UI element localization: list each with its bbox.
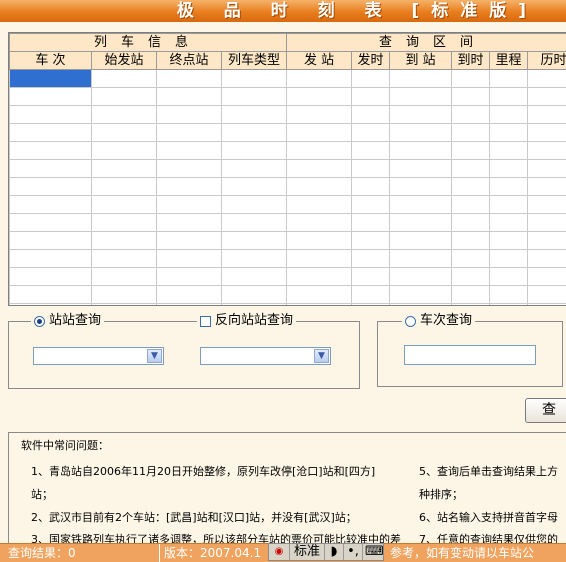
train-number-input[interactable] [404, 345, 536, 365]
table-row[interactable] [10, 124, 566, 142]
checkbox-reverse-query[interactable] [200, 316, 211, 327]
chevron-down-icon[interactable]: ▼ [147, 349, 162, 363]
timetable-table: 列车信息 查询区间 车 次始发站终点站列车类型发 站发时到 站到时里程历时 [9, 33, 566, 306]
ime-mode-label[interactable]: 标准 [290, 544, 325, 560]
query-result-count: 查询结果：0 [8, 544, 76, 562]
punctuation-icon[interactable]: •, [344, 544, 363, 560]
ime-toolbar[interactable]: ◉ 标准 ◗ •, ⌨ [268, 543, 384, 561]
table-row[interactable] [10, 196, 566, 214]
column-header[interactable]: 到时 [452, 52, 490, 70]
faq-item: 7、任意的查询结果仅供您的 [419, 527, 558, 544]
title-bar: 极 品 时 刻 表 [标准版] [0, 0, 566, 22]
table-row[interactable] [10, 268, 566, 286]
column-header[interactable]: 发 站 [287, 52, 352, 70]
timetable-grid[interactable]: 列车信息 查询区间 车 次始发站终点站列车类型发 站发时到 站到时里程历时 [8, 32, 566, 306]
chevron-down-icon[interactable]: ▼ [314, 349, 329, 363]
table-row[interactable] [10, 160, 566, 178]
column-header[interactable]: 列车类型 [222, 52, 287, 70]
faq-title: 软件中常问问题： [21, 433, 109, 459]
train-query-panel: 车次查询 [377, 321, 563, 387]
half-width-icon[interactable]: ◗ [325, 544, 344, 560]
reverse-query-option[interactable]: 反向站站查询 [197, 312, 296, 330]
train-query-label: 车次查询 [420, 312, 472, 330]
station-query-label: 站站查询 [49, 312, 101, 330]
table-row[interactable] [10, 70, 566, 88]
keyboard-icon[interactable]: ⌨ [363, 544, 383, 560]
radio-station-query[interactable] [34, 316, 45, 327]
table-row[interactable] [10, 178, 566, 196]
faq-item: 3、国家铁路列车执行了诸多调整，所以该部分车站的票价可能比较准中的差 [31, 527, 411, 544]
column-header[interactable]: 里程 [490, 52, 528, 70]
station-query-panel: 站站查询 反向站站查询 ▼ ▼ [8, 321, 360, 389]
table-row[interactable] [10, 214, 566, 232]
window-title: 极 品 时 刻 表 [标准版] [177, 0, 538, 22]
to-station-combobox[interactable]: ▼ [200, 347, 331, 365]
grid-group-header: 列车信息 查询区间 [10, 34, 566, 52]
table-row[interactable] [10, 142, 566, 160]
train-query-option[interactable]: 车次查询 [402, 312, 475, 330]
radio-train-query[interactable] [405, 316, 416, 327]
column-header[interactable]: 终点站 [157, 52, 222, 70]
column-header[interactable]: 历时 [528, 52, 566, 70]
column-header[interactable]: 始发站 [92, 52, 157, 70]
ime-logo-icon[interactable]: ◉ [269, 544, 290, 560]
table-row[interactable] [10, 106, 566, 124]
column-header[interactable]: 到 站 [390, 52, 452, 70]
column-header[interactable]: 发时 [352, 52, 390, 70]
table-row[interactable] [10, 232, 566, 250]
status-note: 参考，如有变动请以车站公 [390, 544, 534, 562]
group-train-info: 列车信息 [10, 34, 287, 52]
reverse-query-label: 反向站站查询 [215, 312, 293, 330]
query-button[interactable]: 查 [525, 398, 566, 423]
grid-column-header: 车 次始发站终点站列车类型发 站发时到 站到时里程历时 [10, 52, 566, 70]
table-row[interactable] [10, 88, 566, 106]
faq-panel: 软件中常问问题： 1、青岛站自2006年11月20日开始整修，原列车改停[沧口]… [8, 432, 566, 544]
station-query-option[interactable]: 站站查询 [31, 312, 104, 330]
table-row[interactable] [10, 286, 566, 304]
group-query-range: 查询区间 [287, 34, 566, 52]
column-header[interactable]: 车 次 [10, 52, 92, 70]
table-row[interactable] [10, 250, 566, 268]
from-station-combobox[interactable]: ▼ [33, 347, 164, 365]
table-row[interactable] [10, 304, 566, 307]
version-label: 版本：2007.04.1 [159, 544, 261, 562]
